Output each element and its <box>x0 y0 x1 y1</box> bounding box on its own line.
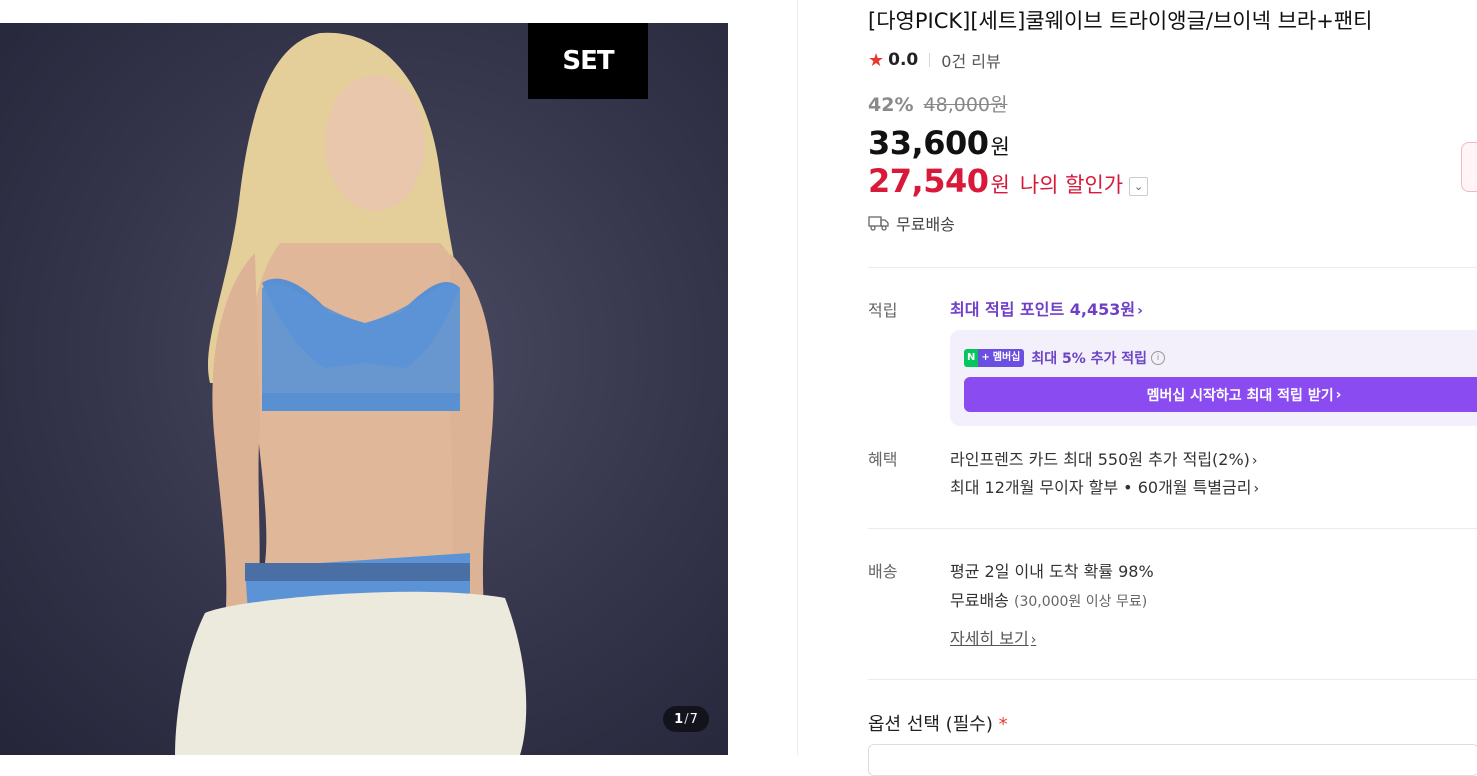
delivery-free-condition: (30,000원 이상 무료) <box>1013 594 1148 610</box>
naver-n-mark: N <box>964 349 979 367</box>
delivery-details-link[interactable]: 자세히 보기 › <box>950 625 1036 649</box>
installment-benefit-link[interactable]: 최대 12개월 무이자 할부 • 60개월 특별금리 › <box>950 474 1259 498</box>
side-floating-tab[interactable] <box>1461 142 1477 192</box>
product-title: [다영PICK][세트]쿨웨이브 트라이앵글/브이넥 브라+팬티 <box>868 9 1373 33</box>
delivery-free-text: 무료배송 <box>950 591 1009 610</box>
discount-rate: 42% <box>868 94 914 116</box>
card-benefit-text: 라인프렌즈 카드 최대 550원 추가 적립(2%) <box>950 450 1250 469</box>
chevron-right-icon: › <box>1030 632 1037 648</box>
discount-row: 42% 48,000원 <box>868 90 1008 117</box>
counter-current: 1 <box>674 711 684 727</box>
my-price-unit: 원 <box>990 173 1010 197</box>
chevron-right-icon: › <box>1251 453 1258 469</box>
max-points-link[interactable]: 최대 적립 포인트 4,453원 › <box>950 296 1143 320</box>
rating-row[interactable]: ★ 0.0 0건 리뷰 <box>868 48 1001 72</box>
membership-header: N + 멤버십 최대 5% 추가 적립 i <box>964 348 1166 368</box>
truck-icon <box>868 216 889 231</box>
my-price-label: 나의 할인가 <box>1019 173 1124 197</box>
naver-plus-membership-badge: N + 멤버십 <box>964 349 1025 367</box>
required-mark: * <box>998 714 1008 735</box>
chevron-down-icon[interactable]: ⌄ <box>1129 177 1149 196</box>
sale-price-unit: 원 <box>990 135 1010 159</box>
chevron-right-icon: › <box>1137 303 1143 319</box>
membership-start-button[interactable]: 멤버십 시작하고 최대 적립 받기 › <box>964 377 1477 412</box>
product-image-gallery[interactable]: SET 1/7 <box>0 23 728 755</box>
max-points-text: 최대 적립 포인트 4,453원 <box>950 300 1136 319</box>
free-shipping-badge: 무료배송 <box>868 211 955 235</box>
option-select-label: 옵션 선택 (필수) * <box>868 710 1008 736</box>
sale-price: 33,600 원 <box>868 124 1010 162</box>
set-badge: SET <box>528 23 648 99</box>
points-label: 적립 <box>868 301 898 320</box>
original-price: 48,000원 <box>923 94 1008 116</box>
installment-benefit-text: 최대 12개월 무이자 할부 • 60개월 특별금리 <box>950 478 1252 497</box>
star-icon: ★ <box>868 49 885 71</box>
rating-divider <box>929 53 931 67</box>
option-select-dropdown[interactable] <box>868 744 1477 776</box>
membership-button-label: 멤버십 시작하고 최대 적립 받기 <box>1146 387 1334 404</box>
product-info-panel: [다영PICK][세트]쿨웨이브 트라이앵글/브이넥 브라+팬티 ★ 0.0 0… <box>868 0 1477 776</box>
review-count[interactable]: 0건 리뷰 <box>941 48 1000 72</box>
delivery-label: 배송 <box>868 562 898 581</box>
free-shipping-text: 무료배송 <box>896 215 955 234</box>
my-discount-price[interactable]: 27,540 원 나의 할인가 ⌄ <box>868 162 1149 200</box>
section-divider <box>868 679 1477 680</box>
membership-extra-points: 최대 5% 추가 적립 <box>1031 351 1148 367</box>
chevron-right-icon: › <box>1253 481 1260 497</box>
membership-badge-text: 멤버십 <box>992 349 1025 367</box>
chevron-right-icon: › <box>1335 386 1342 403</box>
counter-total: 7 <box>689 711 698 727</box>
delivery-free: 무료배송 (30,000원 이상 무료) <box>950 587 1147 611</box>
sale-price-value: 33,600 <box>868 124 989 162</box>
benefits-label: 혜택 <box>868 450 898 469</box>
counter-separator: / <box>684 711 689 727</box>
card-benefit-link[interactable]: 라인프렌즈 카드 최대 550원 추가 적립(2%) › <box>950 446 1258 470</box>
info-icon[interactable]: i <box>1151 351 1166 365</box>
my-price-value: 27,540 <box>868 162 989 200</box>
section-divider <box>868 528 1477 529</box>
membership-box: N + 멤버십 최대 5% 추가 적립 i 멤버십 시작하고 최대 적립 받기 › <box>950 330 1477 426</box>
image-counter: 1/7 <box>663 706 709 732</box>
section-divider <box>868 267 1477 268</box>
delivery-details-text: 자세히 보기 <box>950 629 1029 648</box>
delivery-arrival: 평균 2일 이내 도착 확률 98% <box>950 562 1154 581</box>
plus-mark: + <box>978 349 993 367</box>
rating-score: 0.0 <box>888 50 919 70</box>
product-photo <box>175 32 527 755</box>
option-label-text: 옵션 선택 (필수) <box>868 714 993 735</box>
column-divider <box>797 0 798 755</box>
